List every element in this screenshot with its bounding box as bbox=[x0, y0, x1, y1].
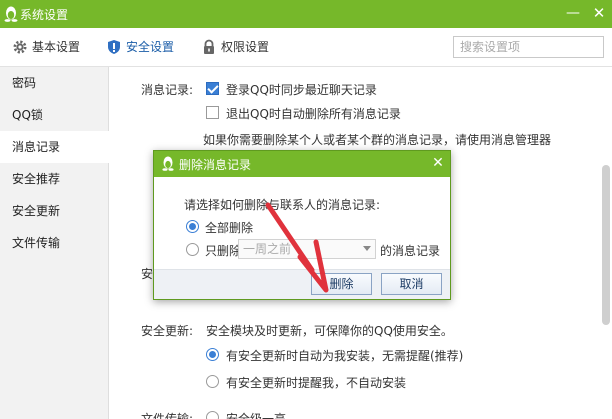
sidebar-item-qq-lock[interactable]: QQ锁 bbox=[0, 99, 109, 131]
gear-icon bbox=[13, 40, 27, 54]
auto-delete-label: 退出QQ时自动删除所有消息记录 bbox=[226, 107, 401, 121]
tab-security-settings[interactable]: 安全设置 bbox=[106, 28, 186, 67]
dialog-title: 删除消息记录 bbox=[179, 158, 252, 172]
delete-all-radio[interactable] bbox=[186, 220, 199, 233]
dialog-close-button[interactable]: ✕ bbox=[430, 155, 446, 171]
cancel-button[interactable]: 取消 bbox=[381, 273, 442, 295]
tab-permission-settings[interactable]: 权限设置 bbox=[201, 28, 281, 67]
tab-label: 基本设置 bbox=[32, 40, 81, 54]
auto-delete-checkbox[interactable] bbox=[206, 106, 219, 119]
qq-penguin-icon bbox=[4, 6, 18, 22]
minimize-button[interactable]: — bbox=[563, 3, 583, 23]
close-button[interactable]: ✕ bbox=[589, 3, 609, 23]
security-update-label: 安全更新: bbox=[141, 324, 194, 338]
lock-icon bbox=[204, 39, 214, 54]
search-input[interactable] bbox=[453, 36, 604, 58]
file-transfer-level: 安全级一高 bbox=[226, 412, 287, 419]
remind-only-radio[interactable] bbox=[206, 375, 219, 388]
sidebar-item-file-transfer[interactable]: 文件传输 bbox=[0, 227, 109, 259]
window-title: 系统设置 bbox=[20, 8, 69, 22]
delete-all-label: 全部删除 bbox=[205, 221, 254, 235]
sidebar-item-security-recommend[interactable]: 安全推荐 bbox=[0, 163, 109, 195]
sidebar-item-password[interactable]: 密码 bbox=[0, 67, 109, 99]
remind-only-label: 有安全更新时提醒我，不自动安装 bbox=[226, 376, 407, 390]
delete-partial-radio[interactable] bbox=[186, 243, 199, 256]
sync-records-checkbox[interactable] bbox=[206, 82, 219, 95]
message-records-label: 消息记录: bbox=[141, 83, 194, 97]
sidebar-item-security-update[interactable]: 安全更新 bbox=[0, 195, 109, 227]
qq-penguin-icon bbox=[162, 156, 174, 171]
dialog-prompt: 请选择如何删除与联系人的消息记录: bbox=[184, 198, 381, 212]
message-manager-hint: 如果你需要删除某个人或者某个群的消息记录，请使用消息管理器 bbox=[203, 133, 552, 147]
content-scrollbar[interactable] bbox=[602, 165, 610, 325]
file-transfer-level-radio[interactable] bbox=[206, 411, 219, 419]
tab-label: 安全设置 bbox=[126, 40, 175, 54]
file-transfer-label: 文件传输: bbox=[141, 412, 194, 419]
dialog-title-bar: 删除消息记录 ✕ bbox=[154, 151, 450, 177]
shield-icon bbox=[108, 40, 120, 54]
tab-basic-settings[interactable]: 基本设置 bbox=[12, 28, 92, 67]
sync-records-label: 登录QQ时同步最近聊天记录 bbox=[226, 83, 377, 97]
sidebar: 密码 QQ锁 消息记录 安全推荐 安全更新 文件传输 bbox=[0, 67, 110, 419]
chevron-down-icon bbox=[363, 246, 371, 251]
tab-label: 权限设置 bbox=[221, 40, 270, 54]
settings-tab-bar: 基本设置 安全设置 权限设置 bbox=[0, 28, 612, 67]
delete-partial-prefix: 只删除 bbox=[205, 244, 242, 258]
auto-install-label: 有安全更新时自动为我安装，无需提醒(推荐) bbox=[226, 349, 464, 363]
delete-button[interactable]: 删除 bbox=[311, 273, 372, 295]
delete-partial-suffix: 的消息记录 bbox=[380, 244, 441, 258]
time-range-select[interactable]: 一周之前 bbox=[238, 239, 376, 259]
sidebar-item-message-records[interactable]: 消息记录 bbox=[0, 131, 110, 163]
security-update-description: 安全模块及时更新，可保障你的QQ使用安全。 bbox=[206, 324, 453, 338]
auto-install-radio[interactable] bbox=[206, 348, 219, 361]
title-bar: 系统设置 — ✕ bbox=[0, 0, 612, 28]
time-range-value: 一周之前 bbox=[243, 242, 292, 256]
